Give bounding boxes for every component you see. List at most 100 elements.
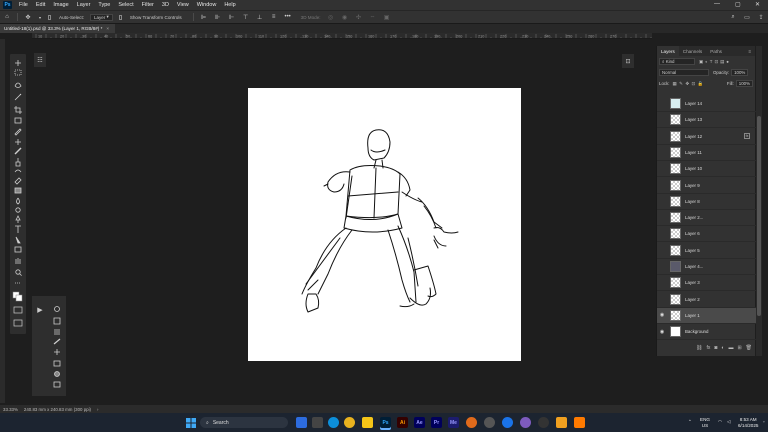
vlc-icon[interactable] [556,417,567,428]
layer-row[interactable]: Layer 8 [657,194,756,210]
viber-icon[interactable] [520,417,531,428]
task-view-icon[interactable] [296,417,307,428]
visibility-eye-icon[interactable]: ◉ [657,324,667,340]
fill-field[interactable]: 100% [735,80,753,87]
more-options-icon[interactable]: ••• [284,13,292,21]
illustrator-icon[interactable]: Ai [397,417,408,428]
move-tool-icon[interactable]: ✥ [24,13,32,21]
menu-file[interactable]: File [15,2,32,8]
file-explorer-icon[interactable] [312,417,323,428]
layer-row[interactable]: Layer 3 [657,275,756,292]
align-bottom-icon[interactable]: ≡ [270,13,278,21]
trash-icon[interactable]: 🗑 [746,345,752,351]
visibility-eye-icon[interactable] [657,161,667,177]
layer-row[interactable]: Layer 5 [657,243,756,259]
kind-filter-dropdown[interactable]: ⌕ Kind [659,58,695,65]
close-tab-icon[interactable]: × [106,26,109,31]
layer-row[interactable]: Layer 9 [657,178,756,194]
visibility-eye-icon[interactable] [657,259,667,275]
visibility-eye-icon[interactable] [657,210,667,226]
share-icon[interactable]: ⇪ [757,13,765,21]
layer-row[interactable]: Layer 12 fx [657,129,756,145]
visibility-eye-icon[interactable] [657,128,667,144]
edge-icon[interactable] [328,417,339,428]
maximize-button[interactable]: ▢ [735,1,741,8]
opacity-field[interactable]: 100% [731,69,749,76]
properties-panel-icon[interactable]: ⊡ [622,54,634,68]
visibility-eye-icon[interactable]: ◉ [657,307,667,323]
align-center-icon[interactable]: ⊪ [214,13,222,21]
menu-help[interactable]: Help [220,2,239,8]
tool-presets-icon[interactable]: ☷ [34,53,46,67]
layer-row[interactable]: ◉ Background [657,324,756,341]
tray-chevron-icon[interactable]: ⌃ [688,419,692,425]
zoom-level[interactable]: 33.33% [3,407,18,412]
notification-icon[interactable]: ▫ [763,419,765,425]
folder-icon[interactable] [362,417,373,428]
menu-layer[interactable]: Layer [73,2,95,8]
chevron-down-icon[interactable]: ▾ [38,13,42,21]
premiere-icon[interactable]: Pr [431,417,442,428]
auto-select-dropdown[interactable]: Layer ▾ [90,13,113,21]
blender-icon[interactable] [466,417,477,428]
visibility-eye-icon[interactable] [657,193,667,209]
menu-window[interactable]: Window [193,2,221,8]
layer-row[interactable]: Layer 2 [657,292,756,308]
checkbox-auto-select[interactable] [48,13,53,21]
tab-layers[interactable]: Layers [657,46,679,56]
link-layers-icon[interactable]: ⛓ [696,345,702,351]
menu-3d[interactable]: 3D [158,2,173,8]
menu-image[interactable]: Image [49,2,72,8]
taskbar-search[interactable]: ⌕ Search [200,417,288,428]
app-icon-3[interactable] [574,417,585,428]
visibility-eye-icon[interactable] [657,177,667,193]
visibility-eye-icon[interactable] [657,275,667,291]
visibility-eye-icon[interactable] [657,144,667,160]
menu-view[interactable]: View [173,2,193,8]
app-icon-2[interactable] [538,417,549,428]
workspace-icon[interactable]: ▭ [743,13,751,21]
menu-filter[interactable]: Filter [138,2,158,8]
visibility-eye-icon[interactable] [657,96,667,112]
search-icon[interactable]: ⌕ [729,13,737,21]
align-middle-icon[interactable]: ⊥ [256,13,264,21]
visibility-eye-icon[interactable] [657,112,667,128]
blend-mode-dropdown[interactable]: Normal [659,69,709,76]
visibility-eye-icon[interactable] [657,291,667,307]
layer-row[interactable]: Layer 2... [657,210,756,227]
document-tab[interactable]: Untitled-18(1).psd @ 33.3% (Layer 1, RGB… [0,24,116,33]
align-right-icon[interactable]: ⊩ [228,13,236,21]
browser-icon[interactable] [502,417,513,428]
adjustment-icon[interactable]: ◐ [721,345,724,351]
visibility-eye-icon[interactable] [657,226,667,242]
media-encoder-icon[interactable]: Me [448,417,459,428]
clock[interactable]: 8:53 AM 6/14/2025 [738,417,758,428]
panel-scrollbar[interactable] [756,46,762,356]
after-effects-icon[interactable]: Ae [414,417,425,428]
app-icon[interactable] [484,417,495,428]
wifi-icon[interactable]: ◠ [718,419,722,425]
home-icon[interactable]: ⌂ [3,13,11,21]
layer-row[interactable]: Layer 11 [657,145,756,161]
tab-channels[interactable]: Channels [679,46,706,56]
status-arrow-icon[interactable]: › [97,407,98,412]
scrollbar-thumb[interactable] [757,116,761,316]
filter-icons[interactable]: ▣◐T⊡▤● [699,59,731,65]
layer-row[interactable]: ◉ Layer 1 [657,307,756,324]
mask-icon[interactable]: ◙ [714,345,717,351]
layer-row[interactable]: Layer 10 [657,161,756,178]
photoshop-taskbar-icon[interactable]: Ps [380,417,391,428]
layer-row[interactable]: Layer 13 [657,112,756,129]
document-canvas[interactable] [248,88,521,361]
layer-effects-icon[interactable]: fx [744,133,750,140]
tab-paths[interactable]: Paths [706,46,726,56]
align-left-icon[interactable]: ⊫ [200,13,208,21]
minimize-button[interactable]: — [714,1,720,7]
visibility-eye-icon[interactable] [657,242,667,258]
menu-type[interactable]: Type [94,2,114,8]
align-top-icon[interactable]: ⊤ [242,13,250,21]
close-window-button[interactable]: ✕ [755,1,760,8]
menu-select[interactable]: Select [114,2,137,8]
lock-icons[interactable]: ▦✎✥⊡🔒 [673,81,706,87]
checkbox-show-transform[interactable] [118,13,124,21]
